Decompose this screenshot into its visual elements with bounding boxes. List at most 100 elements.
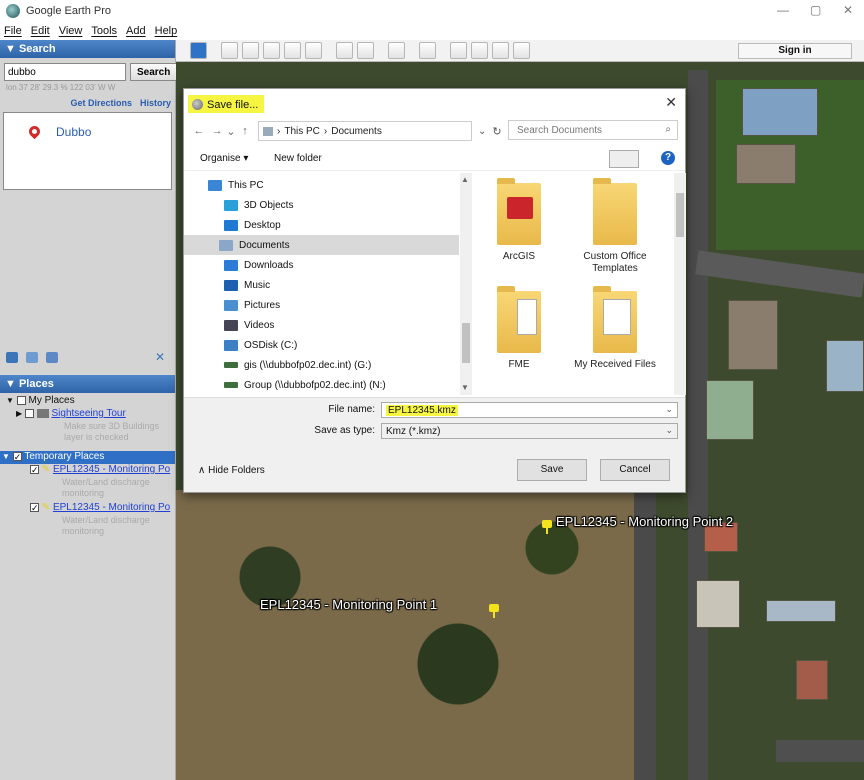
save-button[interactable]: Save bbox=[517, 459, 587, 481]
breadcrumb-documents[interactable]: Documents bbox=[331, 126, 382, 137]
cancel-button[interactable]: Cancel bbox=[600, 459, 670, 481]
hide-folders-button[interactable]: ∧ Hide Folders bbox=[198, 465, 265, 476]
placemark-icon[interactable] bbox=[221, 42, 238, 59]
document-icon[interactable] bbox=[26, 351, 38, 363]
search-result-dubbo[interactable]: Dubbo bbox=[56, 125, 91, 139]
print-icon[interactable] bbox=[471, 42, 488, 59]
minimize-button[interactable]: — bbox=[777, 3, 789, 17]
back-arrow-icon[interactable]: ← bbox=[190, 125, 208, 137]
nav-osdisk[interactable]: OSDisk (C:) bbox=[224, 335, 471, 355]
chevron-down-icon[interactable]: ⌄ bbox=[665, 404, 673, 415]
maximize-button[interactable]: ▢ bbox=[810, 3, 821, 17]
places-panel-header[interactable]: ▼ Places bbox=[0, 375, 175, 393]
polygon-icon[interactable] bbox=[242, 42, 259, 59]
menu-file[interactable]: File bbox=[4, 25, 22, 37]
email-icon[interactable] bbox=[6, 351, 18, 363]
save-image-icon[interactable] bbox=[492, 42, 509, 59]
document-icon bbox=[603, 299, 631, 335]
nav-pictures[interactable]: Pictures bbox=[224, 295, 471, 315]
document-icon bbox=[517, 299, 537, 335]
ruler-icon[interactable] bbox=[419, 42, 436, 59]
tree-item-sightseeing[interactable]: ▶ Sightseeing Tour bbox=[0, 408, 175, 421]
new-folder-button[interactable]: New folder bbox=[274, 153, 322, 164]
path-icon[interactable] bbox=[263, 42, 280, 59]
nav-desktop[interactable]: Desktop bbox=[224, 215, 471, 235]
checkbox[interactable] bbox=[30, 464, 39, 474]
search-button[interactable]: Search bbox=[130, 63, 178, 81]
checkbox[interactable] bbox=[12, 451, 22, 461]
nav-documents[interactable]: Documents bbox=[184, 235, 459, 255]
menu-help[interactable]: Help bbox=[155, 25, 178, 37]
email-icon[interactable] bbox=[450, 42, 467, 59]
coordinates-text: lon 37 28' 29.3 % 122 03' W W bbox=[6, 83, 116, 92]
nav-videos[interactable]: Videos bbox=[224, 315, 471, 335]
checkbox[interactable] bbox=[30, 502, 39, 512]
planets-icon[interactable] bbox=[388, 42, 405, 59]
map-pushpin-icon[interactable] bbox=[489, 604, 499, 618]
nav-group-drive[interactable]: Group (\\dubbofp02.dec.int) (N:) bbox=[224, 375, 471, 395]
address-bar[interactable]: › This PC › Documents bbox=[258, 121, 472, 141]
forward-arrow-icon[interactable]: → bbox=[208, 125, 226, 137]
breadcrumb-this-pc[interactable]: This PC bbox=[284, 126, 320, 137]
folder-arcgis[interactable]: ArcGIS bbox=[474, 178, 564, 263]
menu-edit[interactable]: Edit bbox=[31, 25, 50, 37]
get-directions-link[interactable]: Get Directions bbox=[70, 98, 132, 108]
file-list-scrollbar[interactable] bbox=[674, 173, 686, 395]
nav-gis-drive[interactable]: gis (\\dubbofp02.dec.int) (G:) bbox=[224, 355, 471, 375]
sign-in-button[interactable]: Sign in bbox=[738, 43, 852, 59]
checkbox[interactable] bbox=[16, 395, 26, 405]
search-documents-input[interactable]: Search Documents ⌕ bbox=[508, 120, 678, 140]
refresh-icon[interactable]: ↻ bbox=[492, 125, 501, 138]
map-pushpin-icon[interactable] bbox=[542, 520, 552, 534]
folder-custom-office-templates[interactable]: Custom Office Templates bbox=[570, 178, 660, 275]
map-placemark-label[interactable]: EPL12345 - Monitoring Point 2 bbox=[556, 514, 733, 529]
close-icon[interactable]: ✕ bbox=[665, 94, 677, 111]
organise-button[interactable]: Organise ▾ bbox=[200, 153, 248, 164]
history-link[interactable]: History bbox=[140, 98, 171, 108]
menu-add[interactable]: Add bbox=[126, 25, 146, 37]
map-placemark-label[interactable]: EPL12345 - Monitoring Point 1 bbox=[260, 597, 437, 612]
folder-icon bbox=[263, 126, 273, 136]
nav-music[interactable]: Music bbox=[224, 275, 471, 295]
checkbox[interactable] bbox=[24, 408, 34, 418]
record-tour-icon[interactable] bbox=[305, 42, 322, 59]
tree-item-monitoring-point[interactable]: ✎ EPL12345 - Monitoring Po bbox=[0, 502, 175, 515]
close-window-button[interactable]: ✕ bbox=[843, 3, 853, 17]
monitoring-point-link[interactable]: EPL12345 - Monitoring Po bbox=[53, 502, 170, 513]
historical-imagery-icon[interactable] bbox=[336, 42, 353, 59]
scroll-up-icon[interactable]: ▲ bbox=[461, 175, 469, 184]
recent-dropdown-icon[interactable]: ⌄ bbox=[226, 125, 236, 138]
scroll-down-icon[interactable]: ▼ bbox=[461, 383, 469, 392]
tree-item-temporary-places[interactable]: ▼ Temporary Places bbox=[0, 451, 175, 464]
menu-view[interactable]: View bbox=[59, 25, 83, 37]
close-icon[interactable]: ✕ bbox=[155, 350, 165, 364]
print-icon[interactable] bbox=[46, 351, 58, 363]
folder-my-received-files[interactable]: My Received Files bbox=[570, 286, 660, 371]
tree-item-my-places[interactable]: ▼ My Places bbox=[0, 395, 175, 408]
menu-tools[interactable]: Tools bbox=[91, 25, 117, 37]
nav-downloads[interactable]: Downloads bbox=[224, 255, 471, 275]
window-title: Google Earth Pro bbox=[26, 5, 111, 17]
help-icon[interactable]: ? bbox=[661, 151, 675, 165]
search-input[interactable] bbox=[4, 63, 126, 81]
chevron-down-icon[interactable]: ⌄ bbox=[665, 425, 673, 436]
location-pin-icon bbox=[26, 123, 43, 140]
file-name-input[interactable]: EPL12345.kmz ⌄ bbox=[381, 402, 678, 418]
monitoring-point-link[interactable]: EPL12345 - Monitoring Po bbox=[53, 464, 170, 475]
image-overlay-icon[interactable] bbox=[284, 42, 301, 59]
view-options-button[interactable] bbox=[609, 150, 639, 168]
search-panel-header[interactable]: ▼ Search bbox=[0, 40, 175, 58]
sunlight-icon[interactable] bbox=[357, 42, 374, 59]
nav-this-pc[interactable]: This PC bbox=[208, 175, 458, 195]
folder-fme[interactable]: FME bbox=[474, 286, 564, 371]
sidebar-toggle-icon[interactable] bbox=[190, 42, 207, 59]
chevron-down-icon[interactable]: ⌄ bbox=[478, 126, 486, 137]
sightseeing-tour-link[interactable]: Sightseeing Tour bbox=[52, 408, 126, 419]
view-in-maps-icon[interactable] bbox=[513, 42, 530, 59]
navigation-scrollbar[interactable]: ▲ ▼ bbox=[460, 173, 472, 395]
nav-3d-objects[interactable]: 3D Objects bbox=[224, 195, 471, 215]
navigation-row: ← → ⌄ ↑ › This PC › Documents ⌄ ↻ Search… bbox=[190, 120, 680, 142]
up-arrow-icon[interactable]: ↑ bbox=[236, 125, 254, 137]
save-type-select[interactable]: Kmz (*.kmz) ⌄ bbox=[381, 423, 678, 439]
tree-item-monitoring-point[interactable]: ✎ EPL12345 - Monitoring Po bbox=[0, 464, 175, 477]
